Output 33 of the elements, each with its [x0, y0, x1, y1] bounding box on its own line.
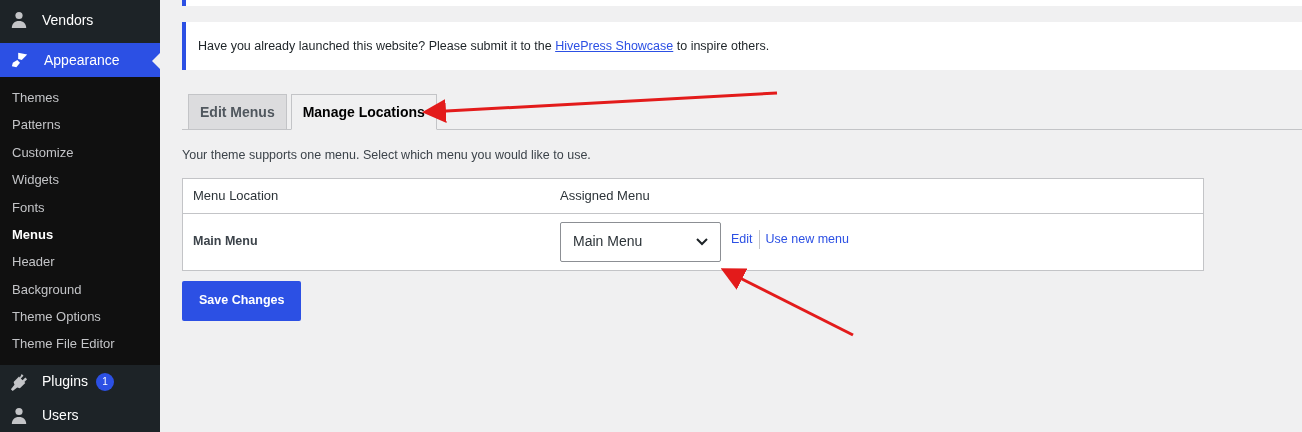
- user-icon: [10, 11, 28, 29]
- location-label: Main Menu: [192, 232, 259, 250]
- submenu-item[interactable]: Theme Options: [0, 303, 160, 331]
- description-text: Your theme supports one menu. Select which menu you would like to use.: [182, 147, 592, 164]
- submenu-item[interactable]: Theme File Editor: [0, 330, 160, 358]
- submenu-item[interactable]: Background: [0, 275, 160, 304]
- sidebar-item[interactable]: Users: [0, 398, 160, 432]
- showcase-link[interactable]: HivePress Showcase: [555, 38, 674, 53]
- submenu-item[interactable]: Widgets: [0, 166, 160, 194]
- brush-icon: [10, 51, 30, 69]
- sidebar-item[interactable]: Plugins 1: [0, 364, 160, 399]
- user-icon: [10, 406, 28, 425]
- save-button[interactable]: Save Changes: [182, 280, 302, 321]
- notice-text: Have you already launched this website? Please submit it to the HivePress Showcase to inspire others.: [198, 37, 770, 55]
- menu-action-link[interactable]: Use new menu: [758, 229, 849, 249]
- submenu-item[interactable]: Header: [0, 248, 160, 276]
- submenu-item[interactable]: Themes: [0, 84, 160, 112]
- current-pointer-icon: [152, 53, 160, 69]
- menu-select[interactable]: Main Menu: [560, 221, 721, 262]
- column-header: Menu Location: [192, 187, 280, 205]
- submenu-item[interactable]: Customize: [0, 138, 160, 167]
- submenu-item[interactable]: Patterns: [0, 111, 160, 139]
- menu-action-link[interactable]: Edit: [731, 229, 753, 249]
- submenu-item[interactable]: Menus: [0, 220, 160, 249]
- sidebar-item[interactable]: Vendors: [0, 0, 160, 40]
- tab[interactable]: Manage Locations: [290, 94, 437, 130]
- column-header: Assigned Menu: [560, 187, 650, 205]
- submenu-item[interactable]: Fonts: [0, 193, 160, 221]
- chevron-down-icon: [696, 237, 708, 246]
- update-count-badge: 1: [95, 372, 114, 391]
- plug-icon: [10, 372, 28, 391]
- sidebar-item[interactable]: Appearance: [0, 43, 160, 77]
- tab[interactable]: Edit Menus: [188, 94, 287, 129]
